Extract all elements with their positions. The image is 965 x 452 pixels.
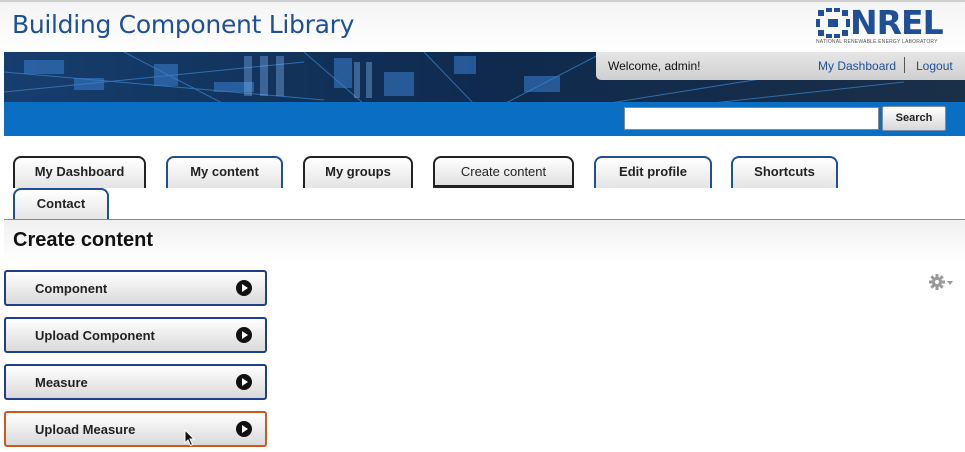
search-input[interactable] [624,107,879,130]
logo-text: NREL [850,3,944,42]
component-button[interactable]: Component [4,270,267,306]
mouse-cursor-icon [184,429,196,447]
gear-icon[interactable] [928,272,956,292]
site-header: Building Component Library NREL NATIONAL… [0,0,965,52]
play-circle-icon [236,374,252,390]
measure-button[interactable]: Measure [4,364,267,400]
play-circle-icon [236,280,252,296]
tab-create-content[interactable]: Create content [433,156,574,188]
nrel-logo-mark-icon [816,8,850,38]
site-title[interactable]: Building Component Library [12,10,354,39]
page-title: Create content [13,229,154,251]
upload-measure-label: Upload Measure [35,422,136,437]
component-label: Component [35,281,108,296]
chevron-down-icon [947,281,953,285]
search-button[interactable]: Search [882,106,946,131]
my-dashboard-link[interactable]: My Dashboard [818,59,896,73]
link-separator [904,57,905,73]
nrel-logo[interactable]: NREL NATIONAL RENEWABLE ENERGY LABORATOR… [816,3,952,46]
tab-my-content[interactable]: My content [166,156,283,188]
search-bar: Search [4,102,965,136]
tab-contact[interactable]: Contact [13,188,109,220]
upload-component-button[interactable]: Upload Component [4,317,267,353]
tab-edit-profile[interactable]: Edit profile [594,156,712,188]
tab-my-dashboard[interactable]: My Dashboard [13,156,146,188]
tab-my-groups[interactable]: My groups [303,156,413,188]
measure-label: Measure [35,375,88,390]
upload-component-label: Upload Component [35,328,155,343]
play-circle-icon [236,327,252,343]
logo-subtitle: NATIONAL RENEWABLE ENERGY LABORATORY [816,39,938,45]
play-circle-icon [236,421,252,437]
upload-measure-button[interactable]: Upload Measure [4,411,267,447]
user-bar: Welcome, admin! My Dashboard Logout [596,52,965,80]
logout-link[interactable]: Logout [916,59,953,73]
tab-shortcuts[interactable]: Shortcuts [731,156,838,188]
welcome-message: Welcome, admin! [608,59,701,73]
